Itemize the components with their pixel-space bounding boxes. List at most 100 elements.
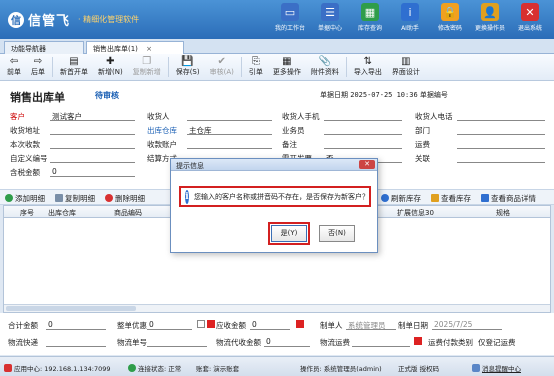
view-stock-button[interactable]: 查看库存 bbox=[431, 193, 471, 204]
view-detail-button[interactable]: 查看商品详情 bbox=[481, 193, 536, 204]
receiver-tel-label: 收货人电话 bbox=[415, 112, 453, 121]
header-tool-exit[interactable]: ✕ 退出系统 bbox=[512, 3, 548, 32]
receiver-field[interactable]: 收货人 bbox=[147, 111, 272, 122]
new-doc-icon: ▤ bbox=[69, 56, 79, 67]
input-underline bbox=[50, 120, 135, 121]
salesman-field[interactable]: 业务员 bbox=[282, 125, 402, 136]
custom-no-label: 自定义编号 bbox=[10, 154, 48, 163]
custom-no-field[interactable]: 自定义编号 bbox=[10, 153, 135, 164]
warehouse-label: 出库仓库 bbox=[147, 126, 177, 135]
list-icon: ☰ bbox=[321, 3, 339, 21]
toolbar-prev-button[interactable]: ⇦ 前单 bbox=[2, 54, 26, 80]
save-icon: 💾 bbox=[181, 56, 194, 67]
address-field[interactable]: 收货地址 bbox=[10, 125, 135, 136]
cod-value[interactable]: 0 bbox=[266, 337, 271, 346]
toolbar-import-order-button[interactable]: ⎘ 引单 bbox=[244, 54, 268, 80]
add-row-icon bbox=[5, 194, 13, 202]
discount-value[interactable]: 0 bbox=[149, 320, 154, 329]
toolbar-audit-button[interactable]: ✔ 审核(A) bbox=[205, 54, 239, 80]
tab-sales-outbound[interactable]: 销售出库单(1) × bbox=[86, 41, 184, 54]
calc-icon[interactable] bbox=[296, 320, 304, 328]
freight-field[interactable]: 运费 bbox=[415, 139, 545, 150]
message-center[interactable]: 消息提醒中心 bbox=[472, 363, 521, 373]
receiver-tel-field[interactable]: 收货人电话 bbox=[415, 111, 545, 122]
department-field[interactable]: 部门 bbox=[415, 125, 545, 136]
account-label: 收款账户 bbox=[147, 140, 177, 149]
department-label: 部门 bbox=[415, 126, 430, 135]
close-tab-icon[interactable]: × bbox=[146, 45, 152, 53]
header-tool-warehouse[interactable]: ▦ 库存查询 bbox=[352, 3, 388, 32]
customer-field[interactable]: 客户 测试客户 bbox=[10, 111, 135, 122]
input-underline bbox=[352, 346, 410, 347]
header-tool-lock[interactable]: 🔒 修改密码 bbox=[432, 3, 468, 32]
tax-amount-field[interactable]: 含税金额 0 bbox=[10, 167, 135, 178]
dialog-message: 您输入的客户名称或拼音码不存在，是否保存为新客户？ bbox=[194, 192, 369, 201]
toolbar-add-button[interactable]: ✚ 新增(N) bbox=[93, 54, 128, 80]
header-tool-monitor[interactable]: ▭ 我的工作台 bbox=[272, 3, 308, 32]
copy-row-icon bbox=[55, 194, 63, 202]
dialog-titlebar[interactable]: 提示信息 ✕ bbox=[171, 159, 377, 171]
receipt-field[interactable]: 本次收款 bbox=[10, 139, 135, 150]
register-value[interactable]: 仅登记运费 bbox=[478, 337, 516, 348]
close-icon[interactable]: ✕ bbox=[359, 160, 375, 169]
copy-row-button[interactable]: 复制明细 bbox=[55, 193, 95, 204]
delete-row-button[interactable]: 删除明细 bbox=[105, 193, 145, 204]
toolbar-layout-button[interactable]: ▥ 界面设计 bbox=[387, 54, 425, 80]
toolbar-import-export-button[interactable]: ⇅ 导入导出 bbox=[349, 54, 387, 80]
checkbox-icon[interactable] bbox=[197, 320, 205, 328]
yes-button[interactable]: 是(Y) bbox=[268, 222, 310, 245]
tax-amount-value[interactable]: 0 bbox=[52, 167, 57, 176]
stock-icon bbox=[431, 194, 439, 202]
register-field[interactable]: 运费付款类别 仅登记运费 bbox=[428, 337, 553, 348]
date-label: 单据日期 bbox=[320, 91, 348, 99]
discount-label: 整单优惠 bbox=[117, 321, 147, 330]
horizontal-scrollbar[interactable] bbox=[4, 304, 550, 312]
audit-icon: ✔ bbox=[217, 56, 226, 67]
input-underline bbox=[346, 329, 396, 330]
tracking-field[interactable]: 物流单号 bbox=[117, 337, 217, 348]
header-tool-user[interactable]: 👤 更换操作员 bbox=[472, 3, 508, 32]
toolbar-save-button[interactable]: 💾 保存(S) bbox=[171, 54, 205, 80]
related-field[interactable]: 关联 bbox=[415, 153, 545, 164]
exit-icon: ✕ bbox=[521, 3, 539, 21]
warehouse-field[interactable]: 出库仓库 主仓库 bbox=[147, 125, 272, 136]
input-underline bbox=[50, 134, 135, 135]
refresh-stock-button[interactable]: 刷新库存 bbox=[381, 193, 421, 204]
import-export-icon: ⇅ bbox=[363, 56, 373, 67]
column-header[interactable]: 商品编码 bbox=[114, 208, 142, 218]
toolbar-label: 新首开单 bbox=[60, 68, 88, 76]
date-value[interactable]: 2025-07-25 10:36 bbox=[350, 91, 417, 99]
remark-field[interactable]: 备注 bbox=[282, 139, 402, 150]
calc-icon[interactable] bbox=[207, 320, 215, 328]
express-field[interactable]: 物流快递 bbox=[8, 337, 108, 348]
customer-label: 客户 bbox=[10, 112, 25, 121]
header-tool-list[interactable]: ☰ 单据中心 bbox=[312, 3, 348, 32]
toolbar-more-button[interactable]: ▦ 更多操作 bbox=[268, 54, 306, 80]
column-header[interactable]: 规格 bbox=[496, 208, 510, 218]
toolbar-label: 导入导出 bbox=[353, 68, 382, 76]
column-header[interactable]: 序号 bbox=[20, 208, 34, 218]
discount-field[interactable]: 整单优惠 0 bbox=[117, 320, 217, 331]
column-header[interactable]: 扩展信息30 bbox=[397, 208, 434, 218]
toolbar-label: 新增(N) bbox=[98, 68, 123, 76]
toolbar-copy-button[interactable]: ❐ 复制新增 bbox=[128, 54, 166, 80]
view-stock-label: 查看库存 bbox=[441, 194, 471, 203]
add-row-button[interactable]: 添加明细 bbox=[5, 193, 45, 204]
shipping-fee-field[interactable]: 物流运费 bbox=[320, 337, 422, 348]
toolbar-label: 后单 bbox=[31, 68, 45, 76]
toolbar-attachment-button[interactable]: 📎 附件资料 bbox=[306, 54, 344, 80]
column-header[interactable]: 出库仓库 bbox=[48, 208, 76, 218]
input-underline bbox=[457, 120, 545, 121]
toolbar-new-doc-button[interactable]: ▤ 新首开单 bbox=[55, 54, 93, 80]
header-tool-info[interactable]: i AI助手 bbox=[392, 3, 428, 32]
cod-field[interactable]: 物流代收金额 0 bbox=[216, 337, 316, 348]
account-field[interactable]: 收款账户 bbox=[147, 139, 272, 150]
tab-function-navigator[interactable]: 功能导航器 bbox=[4, 41, 84, 54]
no-button[interactable]: 否(N) bbox=[319, 225, 355, 242]
input-underline bbox=[324, 120, 402, 121]
calc-icon[interactable] bbox=[414, 337, 422, 345]
receivable-field: 应收金额 0 bbox=[216, 320, 316, 331]
toolbar-next-button[interactable]: ⇨ 后单 bbox=[26, 54, 50, 80]
receiver-phone-field[interactable]: 收货人手机 bbox=[282, 111, 402, 122]
scrollbar-thumb[interactable] bbox=[6, 306, 136, 311]
